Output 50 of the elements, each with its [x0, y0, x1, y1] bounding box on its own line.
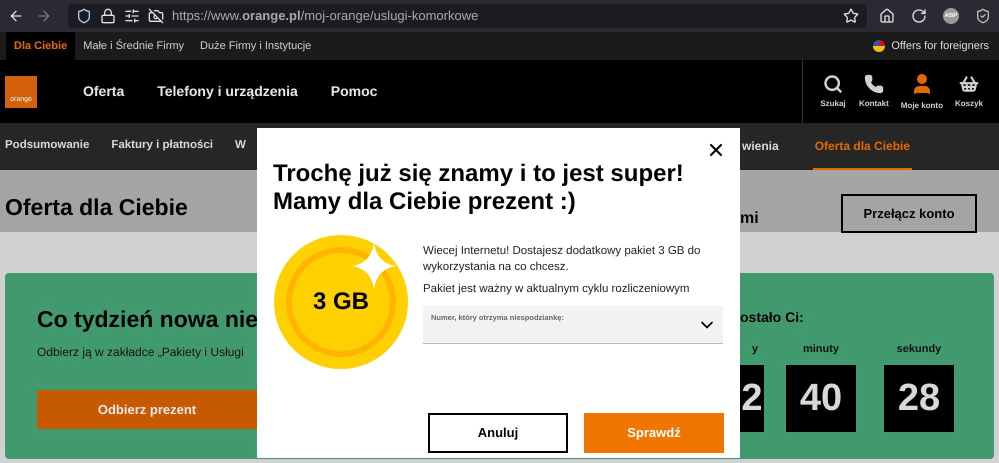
main-nav-link[interactable]: Telefony i urządzenia — [157, 81, 298, 102]
home-icon[interactable] — [879, 8, 895, 24]
shield-extension-icon[interactable] — [975, 8, 991, 24]
page-subtitle: mi — [740, 211, 759, 227]
page-title: Oferta dla Ciebie — [5, 196, 189, 219]
dialog-title: Trochę już się znamy i to jest super! — [273, 160, 685, 188]
address-bar[interactable]: https://www.orange.pl/moj-orange/uslugi-komorkowe — [68, 4, 867, 28]
dialog-title: Mamy dla Ciebie prezent :) — [273, 188, 577, 216]
segment-tab[interactable]: Duże Firmy i Instytucje — [192, 32, 320, 60]
header-action[interactable]: Kontakt — [852, 74, 895, 110]
reload-icon[interactable] — [911, 8, 927, 24]
search-icon — [822, 74, 843, 94]
sub-nav-tab[interactable]: Podsumowanie — [5, 123, 90, 170]
claim-gift-button[interactable]: Odbierz prezent — [37, 390, 257, 429]
segment-tab[interactable]: Dla Ciebie — [6, 32, 76, 60]
promo-heading: Co tydzień nowa nie — [37, 308, 257, 331]
promo-text: Odbierz ją w zakładce „Pakiety i Usługi — [37, 344, 245, 361]
lock-icon — [100, 8, 116, 24]
sub-nav-tab[interactable]: wienia — [740, 123, 781, 170]
countdown-label: y — [752, 344, 758, 355]
countdown-value: 40 — [786, 365, 856, 432]
camera-off-icon — [148, 8, 164, 24]
phone-icon — [864, 74, 884, 94]
bookmark-star-icon[interactable] — [843, 8, 859, 24]
sub-nav-tab[interactable]: W — [234, 123, 246, 170]
validity-note: Pakiet jest ważny w aktualnym cyklu rozliczeniowym — [423, 282, 691, 297]
flag-icon — [873, 40, 886, 52]
countdown-label: minuty — [802, 344, 840, 355]
forward-icon[interactable] — [36, 8, 52, 24]
url-text: https://www.orange.pl/moj-orange/uslugi-komorkowe — [172, 7, 478, 26]
segment-tab[interactable]: Małe i Średnie Firmy — [75, 32, 192, 60]
cancel-button[interactable]: Anuluj — [428, 413, 568, 453]
countdown-value: 2 — [740, 365, 764, 432]
main-nav-link[interactable]: Oferta — [83, 81, 124, 102]
basket-icon — [958, 74, 979, 94]
foreigners-link[interactable]: Offers for foreigners — [891, 38, 989, 54]
header-action[interactable]: Szukaj — [812, 74, 853, 110]
gift-description: Wiecej Internetu! Dostajesz dodatkowy pakiet 3 GB do wykorzystania na co chcesz. — [423, 244, 702, 275]
countdown-label: sekundy — [896, 344, 942, 355]
header-action[interactable]: Moje konto — [894, 72, 949, 112]
back-icon[interactable] — [8, 8, 24, 24]
switch-account-button[interactable]: Przełącz konto — [841, 194, 977, 233]
header-action[interactable]: Koszyk — [948, 74, 989, 110]
countdown-heading: ostało Ci: — [740, 309, 804, 325]
main-nav-link[interactable]: Pomoc — [330, 81, 378, 102]
countdown-value: 28 — [884, 365, 954, 432]
shield-icon — [76, 8, 92, 24]
sub-nav-tab[interactable]: Faktury i płatności — [111, 123, 213, 170]
coin-amount: 3 GB — [313, 290, 369, 314]
sliders-icon — [124, 8, 140, 24]
